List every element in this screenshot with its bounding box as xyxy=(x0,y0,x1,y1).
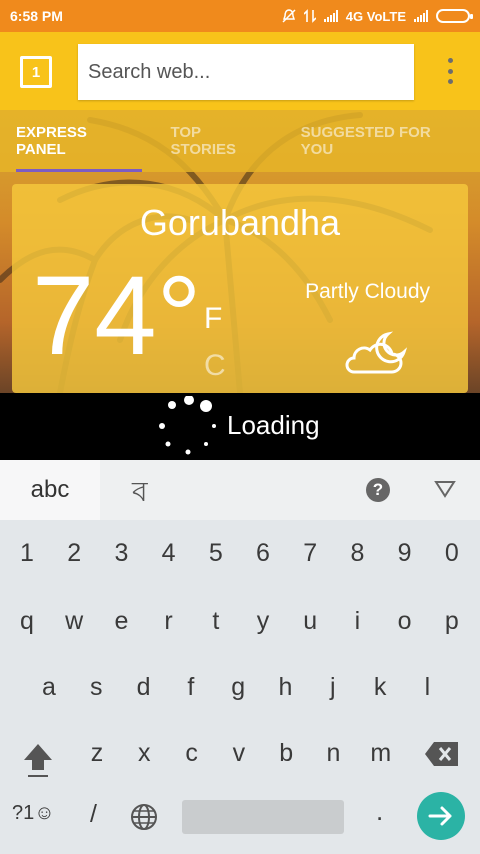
keyboard-mode-abc[interactable]: abc xyxy=(0,460,100,520)
key-i[interactable]: i xyxy=(337,596,377,646)
key-b[interactable]: b xyxy=(266,728,306,778)
overflow-menu-icon[interactable] xyxy=(446,58,454,84)
key-h[interactable]: h xyxy=(266,662,306,712)
key-v[interactable]: v xyxy=(219,728,259,778)
signal-icon-2 xyxy=(414,10,428,22)
key-2[interactable]: 2 xyxy=(54,528,94,578)
tab-count-button[interactable]: 1 xyxy=(20,56,52,88)
key-3[interactable]: 3 xyxy=(101,528,141,578)
weather-condition: Partly Cloudy xyxy=(305,280,430,303)
key-a[interactable]: a xyxy=(29,662,69,712)
key-z[interactable]: z xyxy=(77,728,117,778)
key-s[interactable]: s xyxy=(76,662,116,712)
data-transfer-icon xyxy=(303,9,316,23)
mute-icon xyxy=(282,9,296,23)
symbols-key[interactable]: ?1☺ xyxy=(12,802,55,825)
weather-temperature: 74° xyxy=(32,253,202,378)
key-o[interactable]: o xyxy=(385,596,425,646)
backspace-icon[interactable] xyxy=(424,740,460,768)
search-input[interactable] xyxy=(78,44,414,100)
weather-city: Gorubandha xyxy=(139,202,341,243)
key-1[interactable]: 1 xyxy=(7,528,47,578)
status-time: 6:58 PM xyxy=(10,8,63,24)
key-4[interactable]: 4 xyxy=(149,528,189,578)
keyboard-mode-bengali[interactable]: ব xyxy=(132,470,148,517)
key-q[interactable]: q xyxy=(7,596,47,646)
help-icon[interactable]: ? xyxy=(366,478,390,502)
key-m[interactable]: m xyxy=(361,728,401,778)
partly-cloudy-night-icon xyxy=(345,331,408,374)
key-d[interactable]: d xyxy=(124,662,164,712)
key-w[interactable]: w xyxy=(54,596,94,646)
weather-card[interactable]: Gorubandha 74° F C Partly Cloudy xyxy=(12,184,468,393)
key-k[interactable]: k xyxy=(360,662,400,712)
key-l[interactable]: l xyxy=(407,662,447,712)
key-t[interactable]: t xyxy=(196,596,236,646)
loading-spinner-icon xyxy=(159,396,216,455)
tab-suggested-for-you[interactable]: SUGGESTED FOR YOU xyxy=(285,110,480,172)
status-bar: 6:58 PM 4G VoLTE xyxy=(0,0,480,32)
key-0[interactable]: 0 xyxy=(432,528,472,578)
key-p[interactable]: p xyxy=(432,596,472,646)
loading-text: Loading xyxy=(227,410,320,440)
globe-icon[interactable] xyxy=(130,803,158,831)
key-j[interactable]: j xyxy=(313,662,353,712)
key-r[interactable]: r xyxy=(149,596,189,646)
key-f[interactable]: f xyxy=(171,662,211,712)
battery-icon xyxy=(436,9,473,23)
key-y[interactable]: y xyxy=(243,596,283,646)
key-e[interactable]: e xyxy=(101,596,141,646)
status-icons: 4G VoLTE xyxy=(282,8,473,24)
tab-top-stories[interactable]: TOP STORIES xyxy=(154,110,284,172)
network-label: 4G VoLTE xyxy=(345,8,406,24)
go-button[interactable] xyxy=(417,792,465,840)
key-8[interactable]: 8 xyxy=(337,528,377,578)
key-6[interactable]: 6 xyxy=(243,528,283,578)
key-5[interactable]: 5 xyxy=(196,528,236,578)
key-9[interactable]: 9 xyxy=(385,528,425,578)
browser-toolbar: 1 xyxy=(0,32,480,110)
signal-icon xyxy=(323,10,338,22)
key-c[interactable]: c xyxy=(172,728,212,778)
collapse-keyboard-icon[interactable] xyxy=(434,480,456,498)
key-x[interactable]: x xyxy=(124,728,164,778)
space-bar[interactable] xyxy=(182,800,344,834)
section-tabs: EXPRESS PANEL TOP STORIES SUGGESTED FOR … xyxy=(0,110,480,172)
key-u[interactable]: u xyxy=(290,596,330,646)
arrow-right-icon xyxy=(428,806,452,826)
period-key[interactable]: . xyxy=(376,796,383,827)
unit-fahrenheit-toggle[interactable]: F xyxy=(204,302,222,336)
key-n[interactable]: n xyxy=(314,728,354,778)
shift-icon[interactable] xyxy=(20,740,56,780)
key-g[interactable]: g xyxy=(218,662,258,712)
unit-celsius-toggle[interactable]: C xyxy=(204,349,226,383)
slash-key[interactable]: / xyxy=(90,800,97,829)
tab-express-panel[interactable]: EXPRESS PANEL xyxy=(0,110,154,172)
key-7[interactable]: 7 xyxy=(290,528,330,578)
